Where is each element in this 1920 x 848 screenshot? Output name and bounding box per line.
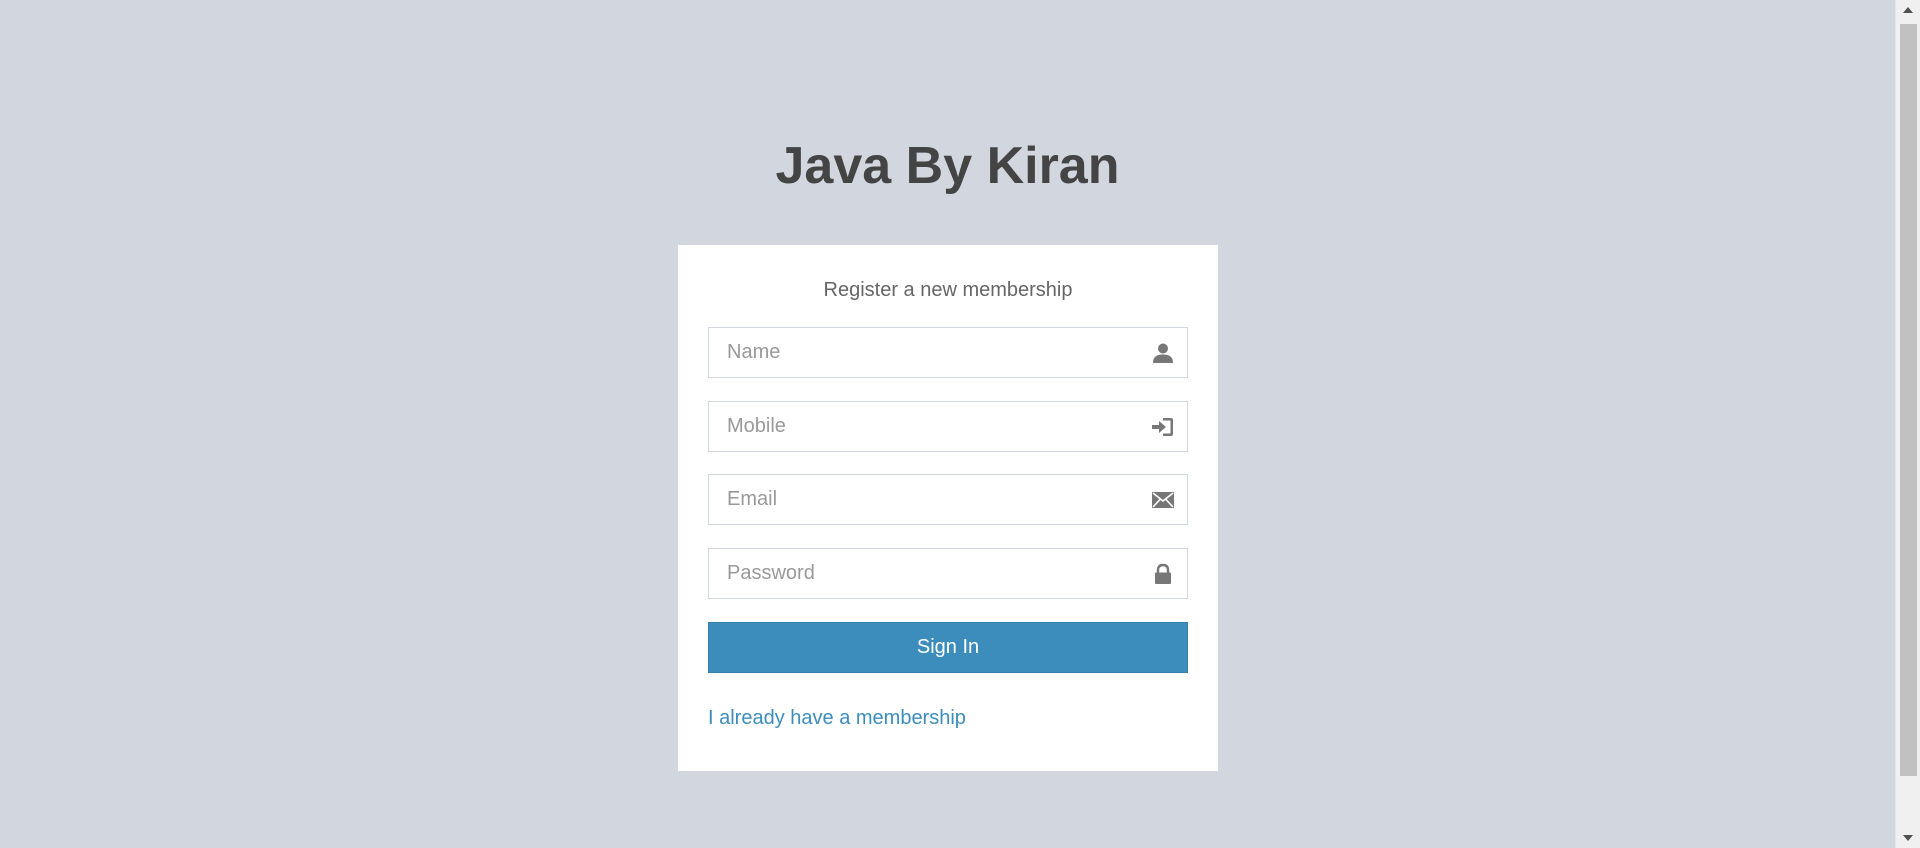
register-message: Register a new membership <box>823 279 1073 301</box>
scroll-up-arrow-icon[interactable] <box>1896 0 1920 20</box>
lock-icon <box>1151 562 1175 586</box>
vertical-scrollbar[interactable] <box>1895 0 1920 848</box>
sign-in-button[interactable]: Sign In <box>708 622 1188 673</box>
page-title[interactable]: Java By Kiran <box>0 136 1895 196</box>
scroll-down-arrow-icon[interactable] <box>1896 828 1920 848</box>
email-input[interactable] <box>709 475 1127 524</box>
mobile-field-group <box>708 401 1188 452</box>
name-field-group <box>708 327 1188 378</box>
log-in-icon <box>1151 415 1175 439</box>
register-page: Java By Kiran Register a new membership <box>0 0 1920 848</box>
scroll-thumb[interactable] <box>1900 24 1917 776</box>
user-icon <box>1151 341 1175 365</box>
envelope-icon <box>1151 488 1175 512</box>
register-box: Register a new membership Name Mobile Em… <box>678 245 1218 771</box>
mobile-input[interactable] <box>709 402 1127 451</box>
already-member-link[interactable]: I already have a membership <box>708 707 966 730</box>
email-field-group <box>708 474 1188 525</box>
password-field-group <box>708 548 1188 599</box>
password-input[interactable] <box>709 549 1127 598</box>
name-input[interactable] <box>709 328 1127 377</box>
